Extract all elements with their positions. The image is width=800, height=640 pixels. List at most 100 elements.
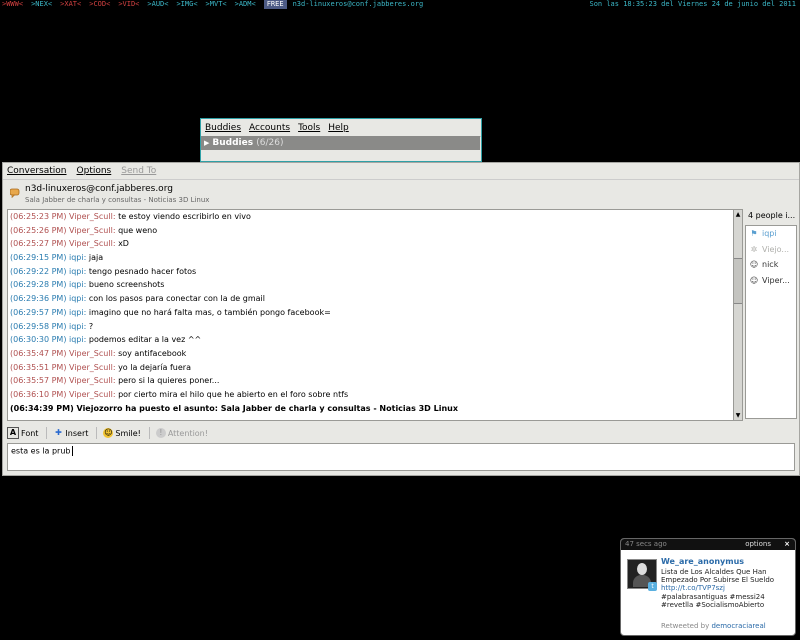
smile-button[interactable]: ☺ Smile! (103, 428, 141, 438)
conversation-window: Conversation Options Send To n3d-linuxeros… (2, 162, 800, 476)
attention-button[interactable]: ! Attention! (155, 428, 208, 438)
message-line: (06:29:15 PM) iqpi: jaja (10, 253, 104, 263)
tweet-link[interactable]: http://t.co/TVP7szj (661, 584, 725, 592)
room-name: n3d-linuxeros@conf.jabberes.org (25, 184, 173, 194)
smiley-icon: ☺ (103, 428, 114, 438)
buddy-menu-accounts[interactable]: Accounts (249, 123, 290, 133)
message-time: (06:29:36 PM) (10, 294, 67, 304)
message-line: (06:25:27 PM) Viper_Scull: xD (10, 239, 129, 249)
message-nick[interactable]: iqpi (69, 335, 84, 344)
flag-icon: ⚑ (750, 229, 758, 238)
font-button[interactable]: A Font (7, 427, 38, 439)
message-text: yo la dejaría fuera (118, 362, 191, 372)
workspace-tag[interactable]: >COD< (89, 0, 110, 9)
participant-name: iqpi (762, 229, 777, 238)
smile-button-label: Smile! (115, 428, 141, 438)
message-text: tengo pesnado hacer fotos (88, 266, 197, 276)
message-line: (06:35:57 PM) Viper_Scull: pero si la qu… (10, 376, 220, 386)
conv-menu-options[interactable]: Options (77, 166, 112, 176)
workspace-tag[interactable]: >AUD< (147, 0, 168, 9)
retweet-info: Retweeted by democraciareal (661, 622, 766, 630)
message-nick[interactable]: Viper_Scull (69, 376, 113, 385)
workspace-tag[interactable]: >MVT< (206, 0, 227, 9)
message-line: (06:25:26 PM) Viper_Scull: que weno (10, 225, 158, 235)
message-nick[interactable]: Viper_Scull (69, 390, 113, 399)
message-text: bueno screenshots (88, 280, 165, 290)
expand-triangle-icon[interactable]: ▶ (204, 136, 209, 150)
message-time: (06:34:39 PM) (10, 403, 74, 413)
scroll-up-icon[interactable]: ▲ (734, 210, 742, 219)
message-line: (06:30:30 PM) iqpi: podemos editar a la … (10, 335, 202, 345)
scrollbar-thumb[interactable] (734, 258, 742, 304)
tweet-username[interactable]: We_are_anonymus (661, 557, 744, 566)
participant-item[interactable]: ✲ Viejo... (746, 242, 796, 258)
close-icon[interactable]: × (784, 539, 790, 550)
message-time: (06:35:47 PM) (10, 348, 67, 358)
retweeted-by-user[interactable]: democraciareal (711, 622, 765, 630)
message-nick[interactable]: iqpi (69, 280, 84, 289)
tweet-age: 47 secs ago (625, 540, 667, 548)
workspace-tag[interactable]: >NEX< (31, 0, 52, 9)
twitter-bird-icon: t (648, 582, 657, 591)
mask-face-shape (637, 563, 647, 575)
participant-name: nick (762, 260, 779, 269)
message-line: (06:36:10 PM) Viper_Scull: por cierto mi… (10, 389, 349, 399)
insert-button[interactable]: ✚ Insert (53, 428, 88, 438)
font-button-label: Font (21, 428, 39, 438)
message-nick[interactable]: iqpi (69, 267, 84, 276)
participant-item[interactable]: ⚑ iqpi (746, 226, 796, 242)
message-nick[interactable]: Viper_Scull (69, 226, 113, 235)
conv-menu-send-to[interactable]: Send To (121, 166, 156, 176)
notification-header: 47 secs ago options × (621, 539, 795, 550)
retweeted-prefix: Retweeted by (661, 622, 710, 630)
participant-item[interactable]: ☺ nick (746, 257, 796, 273)
message-line: (06:29:36 PM) iqpi: con los pasos para c… (10, 294, 265, 304)
workspace-tag[interactable]: >ADM< (235, 0, 256, 9)
workspace-tag[interactable]: >VID< (118, 0, 139, 9)
buddy-menu-buddies[interactable]: Buddies (205, 123, 241, 133)
message-nick[interactable]: Viper_Scull (69, 239, 113, 248)
toolbar-divider (96, 427, 98, 439)
buddy-list-menubar: Buddies Accounts Tools Help (201, 119, 481, 137)
star-icon: ✲ (750, 244, 758, 254)
log-scrollbar[interactable]: ▲ ▼ (733, 209, 743, 421)
tweet-text: Lista de Los Alcaldes Que Han Empezado P… (661, 568, 791, 609)
message-nick[interactable]: iqpi (69, 253, 84, 262)
message-text: podemos editar a la vez ^^ (88, 335, 202, 345)
buddy-group-row[interactable]: ▶ Buddies (6/26) (201, 136, 480, 150)
message-input[interactable]: esta es la prub (7, 443, 795, 471)
account-text: n3d-linuxeros@conf.jabberes.org (292, 0, 424, 8)
message-log[interactable]: (06:25:23 PM) Viper_Scull: te estoy vien… (7, 209, 735, 421)
message-text: por cierto mira el hilo que he abierto e… (118, 389, 349, 399)
message-nick[interactable]: iqpi (69, 308, 84, 317)
message-text: te estoy viendo escribirlo en vivo (118, 212, 251, 221)
message-nick[interactable]: Viper_Scull (69, 212, 113, 221)
buddy-menu-tools[interactable]: Tools (298, 123, 320, 133)
insert-button-label: Insert (65, 428, 89, 438)
workspace-tag[interactable]: >WWW< (2, 0, 23, 9)
conv-menu-conversation[interactable]: Conversation (7, 166, 67, 176)
workspace-tag[interactable]: >XAT< (60, 0, 81, 9)
participants-list[interactable]: ⚑ iqpi ✲ Viejo... ☺ nick ☺ Viper... (745, 225, 797, 419)
buddy-list-window: Buddies Accounts Tools Help ▶ Buddies (6/26) (200, 118, 482, 162)
text-caret (71, 446, 73, 456)
message-nick[interactable]: Viper_Scull (69, 349, 113, 358)
participants-panel: 4 people i... ⚑ iqpi ✲ Viejo... ☺ nick ☺ Viper.… (745, 209, 797, 419)
conversation-menubar: Conversation Options Send To (3, 163, 799, 180)
scroll-down-icon[interactable]: ▼ (734, 411, 742, 420)
participant-item[interactable]: ☺ Viper... (746, 273, 796, 289)
message-line: (06:35:51 PM) Viper_Scull: yo la dejaría… (10, 362, 191, 372)
buddy-menu-help[interactable]: Help (328, 123, 349, 133)
options-link[interactable]: options (745, 539, 771, 550)
message-text: imagino que no hará falta mas, o también… (88, 307, 331, 317)
message-time: (06:25:27 PM) (10, 239, 67, 249)
tweet-notification[interactable]: 47 secs ago options × t We_are_anonymus … (620, 538, 796, 636)
attention-icon: ! (155, 428, 166, 438)
buddy-group-name: Buddies (212, 138, 254, 148)
message-nick[interactable]: iqpi (69, 294, 84, 303)
plus-icon: ✚ (55, 428, 62, 437)
message-line: (06:29:57 PM) iqpi: imagino que no hará … (10, 307, 331, 317)
workspace-tag[interactable]: >IMG< (176, 0, 197, 9)
message-nick[interactable]: iqpi (69, 322, 84, 331)
message-nick[interactable]: Viper_Scull (69, 363, 113, 372)
